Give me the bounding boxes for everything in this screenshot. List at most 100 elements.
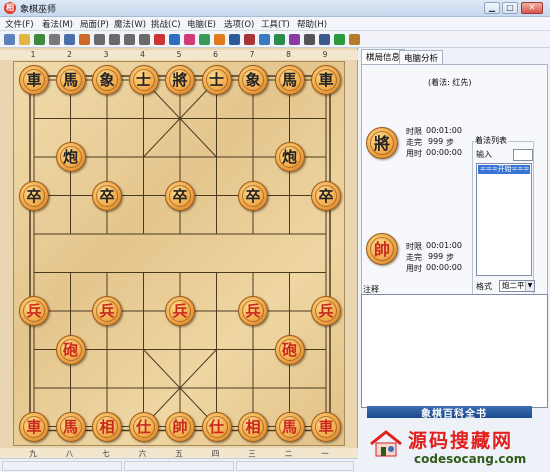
menu-magic[interactable]: 魔法(W) <box>114 18 146 30</box>
open-icon[interactable] <box>19 34 30 45</box>
piece-label: 卒 <box>242 184 264 207</box>
move-list[interactable]: ===开始=== <box>476 163 532 276</box>
library-icon[interactable] <box>289 34 300 45</box>
paste-icon[interactable] <box>79 34 90 45</box>
piece-label: 兵 <box>242 300 264 322</box>
piece-red-soldier-1[interactable]: 兵 <box>19 296 49 326</box>
close-button[interactable]: ✕ <box>521 2 543 14</box>
top-ruler-label: 4 <box>140 50 145 59</box>
piece-black-soldier-4[interactable]: 卒 <box>238 180 268 211</box>
black-player-piece: 將 <box>366 127 398 159</box>
piece-red-general[interactable]: 帥 <box>165 411 195 442</box>
piece-red-horse-1[interactable]: 馬 <box>55 411 86 442</box>
minimize-button[interactable]: ▁ <box>484 2 500 14</box>
notation-format-select[interactable]: 炮二平 ▼ <box>499 280 535 292</box>
red-used-label: 用时 <box>406 264 422 273</box>
export-icon[interactable] <box>349 34 360 45</box>
print-icon[interactable] <box>49 34 60 45</box>
watermark-title: 源码搜藏网 <box>408 430 514 452</box>
piece-label: 兵 <box>96 300 118 322</box>
piece-red-chariot-2[interactable]: 車 <box>311 411 341 442</box>
chart-icon[interactable] <box>334 34 345 45</box>
piece-red-soldier-2[interactable]: 兵 <box>92 296 122 326</box>
move-list-item[interactable]: ===开始=== <box>478 165 530 174</box>
last-move-icon[interactable] <box>139 34 150 45</box>
house-logo-icon <box>370 430 402 457</box>
piece-black-chariot-1[interactable]: 車 <box>19 65 49 95</box>
edit-position-icon[interactable] <box>199 34 210 45</box>
piece-black-advisor-1[interactable]: 士 <box>128 65 159 95</box>
piece-red-horse-2[interactable]: 馬 <box>274 411 305 442</box>
piece-red-chariot-1[interactable]: 車 <box>19 411 49 442</box>
black-moves-label: 走完 <box>406 138 422 147</box>
move-input-field[interactable] <box>513 149 533 161</box>
menu-tools[interactable]: 工具(T) <box>261 18 290 30</box>
tab-computer-analysis[interactable]: 电脑分析 <box>399 50 444 64</box>
menu-position[interactable]: 局面(P) <box>80 18 109 30</box>
piece-red-soldier-5[interactable]: 兵 <box>311 296 341 326</box>
piece-black-soldier-1[interactable]: 卒 <box>19 180 49 211</box>
piece-red-cannon-1[interactable]: 砲 <box>55 334 86 365</box>
piece-label: 卒 <box>96 184 118 207</box>
piece-black-elephant-1[interactable]: 象 <box>92 65 122 95</box>
piece-label: 馬 <box>278 69 301 91</box>
app-icon: 相 <box>4 2 16 14</box>
hint-icon[interactable] <box>274 34 285 45</box>
red-player-piece: 帥 <box>366 233 398 265</box>
copy-icon[interactable] <box>64 34 75 45</box>
piece-black-soldier-5[interactable]: 卒 <box>311 180 341 211</box>
piece-black-advisor-2[interactable]: 士 <box>201 65 232 95</box>
piece-label: 卒 <box>315 184 337 207</box>
stop-icon[interactable] <box>154 34 165 45</box>
flip-board-icon[interactable] <box>184 34 195 45</box>
maximize-button[interactable]: □ <box>502 2 518 14</box>
notes-textarea[interactable] <box>361 294 548 408</box>
chevron-down-icon: ▼ <box>525 281 534 291</box>
next-move-icon[interactable] <box>124 34 135 45</box>
piece-black-chariot-2[interactable]: 車 <box>311 65 341 95</box>
piece-black-cannon-1[interactable]: 炮 <box>55 142 86 172</box>
black-used-label: 用时 <box>406 149 422 158</box>
piece-label: 兵 <box>315 300 337 322</box>
piece-red-soldier-3[interactable]: 兵 <box>165 296 195 326</box>
first-move-icon[interactable] <box>94 34 105 45</box>
menu-options[interactable]: 选项(O) <box>224 18 254 30</box>
piece-black-elephant-2[interactable]: 象 <box>238 65 268 95</box>
piece-black-general[interactable]: 將 <box>165 65 195 95</box>
book-icon[interactable] <box>244 34 255 45</box>
piece-red-elephant-2[interactable]: 相 <box>238 411 268 442</box>
status-bar <box>0 458 358 472</box>
piece-black-horse-1[interactable]: 馬 <box>55 65 86 95</box>
piece-label: 將 <box>169 69 191 91</box>
new-icon[interactable] <box>4 34 15 45</box>
menu-computer[interactable]: 电脑(E) <box>187 18 216 30</box>
piece-red-elephant-1[interactable]: 相 <box>92 411 122 442</box>
prev-move-icon[interactable] <box>109 34 120 45</box>
menu-help[interactable]: 帮助(H) <box>297 18 327 30</box>
xiangqi-board[interactable]: 車馬象士將士象馬車炮炮卒卒卒卒卒兵兵兵兵兵砲砲車馬相仕帥仕相馬車 <box>13 61 345 446</box>
clock-icon[interactable] <box>304 34 315 45</box>
settings-icon[interactable] <box>214 34 225 45</box>
piece-black-soldier-3[interactable]: 卒 <box>165 180 195 211</box>
window-title: 象棋巫师 <box>20 5 57 15</box>
piece-red-soldier-4[interactable]: 兵 <box>238 296 268 326</box>
top-ruler-label: 1 <box>30 50 36 59</box>
save-icon[interactable] <box>34 34 45 45</box>
piece-red-advisor-1[interactable]: 仕 <box>128 411 159 442</box>
sheet-icon[interactable] <box>319 34 330 45</box>
menu-challenge[interactable]: 挑战(C) <box>151 18 181 30</box>
piece-label: 車 <box>315 415 337 438</box>
piece-black-soldier-2[interactable]: 卒 <box>92 180 122 211</box>
piece-red-advisor-2[interactable]: 仕 <box>201 411 232 442</box>
top-ruler-label: 9 <box>322 50 328 59</box>
piece-label: 兵 <box>23 300 45 322</box>
sound-icon[interactable] <box>229 34 240 45</box>
engine-icon[interactable] <box>259 34 270 45</box>
piece-label: 炮 <box>59 146 82 168</box>
piece-black-cannon-2[interactable]: 炮 <box>274 142 305 172</box>
menu-file[interactable]: 文件(F) <box>5 18 34 30</box>
menu-moves[interactable]: 着法(M) <box>42 18 73 30</box>
piece-red-cannon-2[interactable]: 砲 <box>274 334 305 365</box>
computer-move-icon[interactable] <box>169 34 180 45</box>
piece-black-horse-2[interactable]: 馬 <box>274 65 305 95</box>
